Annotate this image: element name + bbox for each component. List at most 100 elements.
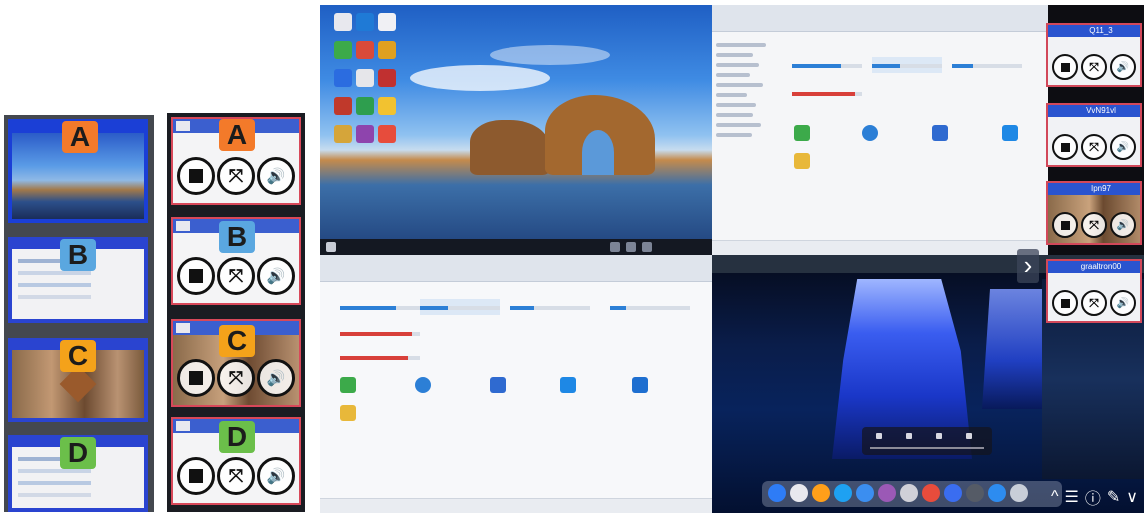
fullscreen-button[interactable]: ⤧ xyxy=(1081,290,1107,316)
stop-button[interactable] xyxy=(177,257,215,295)
app-icon[interactable] xyxy=(1002,125,1018,141)
dock-app-icon[interactable] xyxy=(856,484,874,502)
wall-quadrant-explorer-top[interactable] xyxy=(712,5,1048,255)
desktop-icon[interactable] xyxy=(378,97,396,115)
source-tile-d[interactable]: D xyxy=(8,435,148,512)
collapse-up-icon[interactable]: ^ xyxy=(1051,488,1059,506)
desktop-icon[interactable] xyxy=(356,125,374,143)
app-icon[interactable] xyxy=(560,377,576,393)
source-tile-c[interactable]: C xyxy=(8,338,148,422)
volume-button[interactable]: 🔊 xyxy=(1110,290,1136,316)
dock-app-icon[interactable] xyxy=(944,484,962,502)
wall-control-tile[interactable]: Ipn97 ⤧ 🔊 xyxy=(1046,181,1142,245)
drive-item[interactable] xyxy=(610,299,690,315)
seek-bar[interactable] xyxy=(870,447,984,449)
play-icon[interactable] xyxy=(906,433,912,439)
desktop-icon[interactable] xyxy=(356,97,374,115)
dock-app-icon[interactable] xyxy=(790,484,808,502)
app-icon[interactable] xyxy=(794,125,810,141)
app-icon[interactable] xyxy=(632,377,648,393)
drive-item[interactable] xyxy=(792,57,862,73)
stop-button[interactable] xyxy=(177,359,215,397)
tray-icon[interactable] xyxy=(610,242,620,252)
drive-item[interactable] xyxy=(340,349,420,365)
tray-icon[interactable] xyxy=(626,242,636,252)
wall-quadrant-explorer-bottom[interactable] xyxy=(320,255,712,513)
dock-app-icon[interactable] xyxy=(878,484,896,502)
fullscreen-button[interactable]: ⤧ xyxy=(1081,212,1107,238)
wall-quadrant-desktop[interactable] xyxy=(320,5,712,255)
fullscreen-button[interactable]: ⤧ xyxy=(217,359,255,397)
app-icon[interactable] xyxy=(862,125,878,141)
fullscreen-button[interactable]: ⤧ xyxy=(217,457,255,495)
stop-button[interactable] xyxy=(1052,212,1078,238)
wall-control-tile[interactable]: Q11_3 ⤧ 🔊 xyxy=(1046,23,1142,87)
tray-icon[interactable] xyxy=(642,242,652,252)
wall-control-tile[interactable]: VvN91vl ⤧ 🔊 xyxy=(1046,103,1142,167)
desktop-icon[interactable] xyxy=(378,69,396,87)
stop-button[interactable] xyxy=(1052,54,1078,80)
volume-button[interactable]: 🔊 xyxy=(257,359,295,397)
desktop-icon[interactable] xyxy=(334,13,352,31)
stop-button[interactable] xyxy=(1052,290,1078,316)
dock-app-icon[interactable] xyxy=(966,484,984,502)
control-tile-b[interactable]: B ⤧ 🔊 xyxy=(171,217,301,305)
start-icon[interactable] xyxy=(326,242,336,252)
stop-button[interactable] xyxy=(177,157,215,195)
next-arrow-button[interactable]: › xyxy=(1017,249,1039,283)
desktop-icon[interactable] xyxy=(378,13,396,31)
wall-control-tile[interactable]: graaltron00 ⤧ 🔊 xyxy=(1046,259,1142,323)
expand-down-icon[interactable]: ∨ xyxy=(1126,487,1138,507)
drive-item[interactable] xyxy=(792,85,862,101)
volume-button[interactable]: 🔊 xyxy=(1110,54,1136,80)
info-icon[interactable]: ⓘ xyxy=(1085,485,1101,509)
app-icon[interactable] xyxy=(415,377,431,393)
drive-item[interactable] xyxy=(510,299,590,315)
control-tile-c[interactable]: C ⤧ 🔊 xyxy=(171,319,301,407)
volume-button[interactable]: 🔊 xyxy=(257,257,295,295)
desktop-icon[interactable] xyxy=(334,41,352,59)
menu-icon[interactable]: ☰ xyxy=(1065,487,1079,507)
control-tile-d[interactable]: D ⤧ 🔊 xyxy=(171,417,301,505)
dock-app-icon[interactable] xyxy=(922,484,940,502)
dock-app-icon[interactable] xyxy=(768,484,786,502)
desktop-icon[interactable] xyxy=(334,69,352,87)
drive-item[interactable] xyxy=(872,57,942,73)
video-player-controls[interactable] xyxy=(862,427,992,455)
volume-button[interactable]: 🔊 xyxy=(257,157,295,195)
desktop-icon[interactable] xyxy=(356,41,374,59)
stop-button[interactable] xyxy=(177,457,215,495)
forward-icon[interactable] xyxy=(936,433,942,439)
desktop-icon[interactable] xyxy=(356,13,374,31)
control-tile-a[interactable]: A ⤧ 🔊 xyxy=(171,117,301,205)
desktop-icon[interactable] xyxy=(334,97,352,115)
volume-button[interactable]: 🔊 xyxy=(1110,212,1136,238)
desktop-icon[interactable] xyxy=(334,125,352,143)
dock-app-icon[interactable] xyxy=(900,484,918,502)
drive-item[interactable] xyxy=(420,299,500,315)
app-icon[interactable] xyxy=(490,377,506,393)
volume-button[interactable]: 🔊 xyxy=(1110,134,1136,160)
fullscreen-button[interactable]: ⤧ xyxy=(1081,54,1107,80)
folder-icon[interactable] xyxy=(794,153,810,169)
app-icon[interactable] xyxy=(340,377,356,393)
source-tile-b[interactable]: B xyxy=(8,237,148,323)
fullscreen-button[interactable]: ⤧ xyxy=(217,157,255,195)
desktop-icon[interactable] xyxy=(356,69,374,87)
edit-icon[interactable]: ✎ xyxy=(1107,487,1120,507)
dock-app-icon[interactable] xyxy=(1010,484,1028,502)
desktop-icon[interactable] xyxy=(378,125,396,143)
desktop-icon[interactable] xyxy=(378,41,396,59)
dock-app-icon[interactable] xyxy=(834,484,852,502)
dock-app-icon[interactable] xyxy=(812,484,830,502)
app-icon[interactable] xyxy=(932,125,948,141)
drive-item[interactable] xyxy=(340,299,420,315)
stop-button[interactable] xyxy=(1052,134,1078,160)
folder-icon[interactable] xyxy=(340,405,356,421)
fullscreen-button[interactable]: ⤧ xyxy=(217,257,255,295)
volume-button[interactable]: 🔊 xyxy=(257,457,295,495)
drive-item[interactable] xyxy=(340,325,420,341)
source-tile-a[interactable]: A xyxy=(8,119,148,223)
fullscreen-button[interactable]: ⤧ xyxy=(1081,134,1107,160)
dock-app-icon[interactable] xyxy=(988,484,1006,502)
